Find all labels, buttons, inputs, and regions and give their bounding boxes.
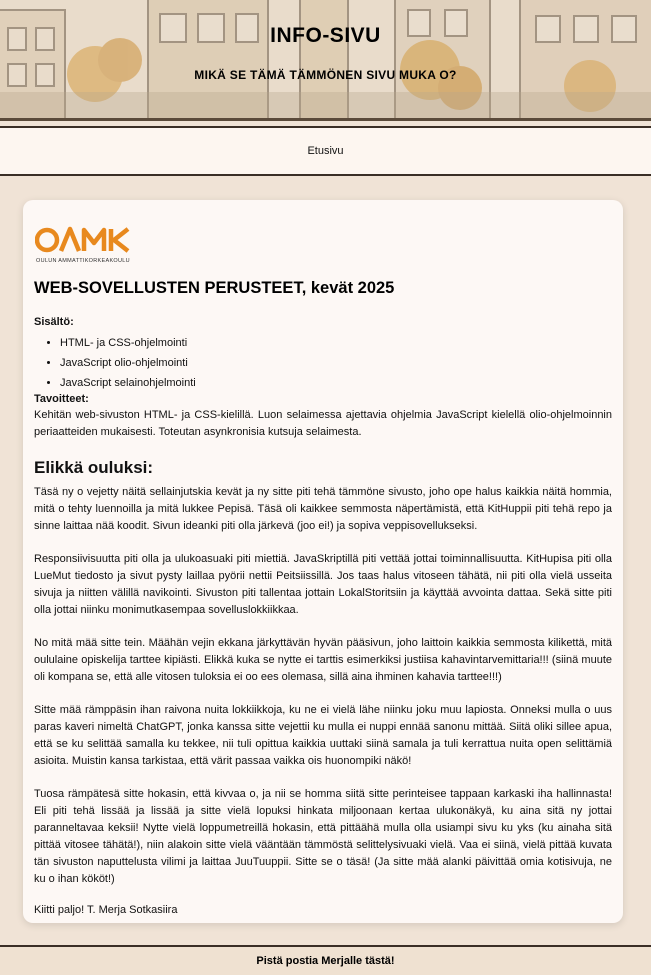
header-background-illustration <box>0 0 651 118</box>
body-paragraph: Responsiivisuutta piti olla ja ulukoasua… <box>34 553 612 616</box>
contents-list: HTML- ja CSS-ohjelmointi JavaScript olio… <box>34 333 612 393</box>
course-title: WEB-SOVELLUSTEN PERUSTEET, kevät 2025 <box>34 279 395 297</box>
svg-text:OULUN AMMATTIKORKEAKOULU: OULUN AMMATTIKORKEAKOULU <box>36 258 130 264</box>
body-paragraph: Sitte mää rämppäsin ihan raivona nuita l… <box>34 704 612 767</box>
contact-email-link[interactable]: Pistä postia Merjalle tästä! <box>256 955 394 967</box>
page-footer: Pistä postia Merjalle tästä! <box>0 945 651 975</box>
body-paragraph: No mitä mää sitte tein. Määhän vejin ekk… <box>34 637 612 683</box>
body-paragraph: Täsä ny o vejetty näitä sellainjutskia k… <box>34 486 612 532</box>
list-item: JavaScript olio-ohjelmointi <box>60 353 612 373</box>
main-navigation: Etusivu <box>0 126 651 176</box>
header-divider <box>0 118 651 121</box>
goals-label: Tavoitteet: <box>34 393 89 405</box>
goals-text: Kehitän web-sivuston HTML- ja CSS-kielil… <box>34 409 612 438</box>
nav-link-etusivu[interactable]: Etusivu <box>307 145 343 157</box>
oamk-logo: OULUN AMMATTIKORKEAKOULU <box>35 226 130 264</box>
list-item: JavaScript selainohjelmointi <box>60 373 612 393</box>
page-title: INFO-SIVU <box>270 24 381 47</box>
section-heading: Elikkä ouluksi: <box>34 458 154 477</box>
signature: Kiitti paljo! T. Merja Sotkasiira <box>34 904 178 916</box>
content-card: OULUN AMMATTIKORKEAKOULU WEB-SOVELLUSTEN… <box>23 200 623 923</box>
page-header: INFO-SIVU MIKÄ SE TÄMÄ TÄMMÖNEN SIVU MUK… <box>0 0 651 118</box>
contents-label: Sisältö: <box>34 316 74 328</box>
body-paragraph: Tuosa rämpätesä sitte hokasin, että kivv… <box>34 788 612 885</box>
list-item: HTML- ja CSS-ohjelmointi <box>60 333 612 353</box>
page-subtitle: MIKÄ SE TÄMÄ TÄMMÖNEN SIVU MUKA O? <box>194 68 457 82</box>
